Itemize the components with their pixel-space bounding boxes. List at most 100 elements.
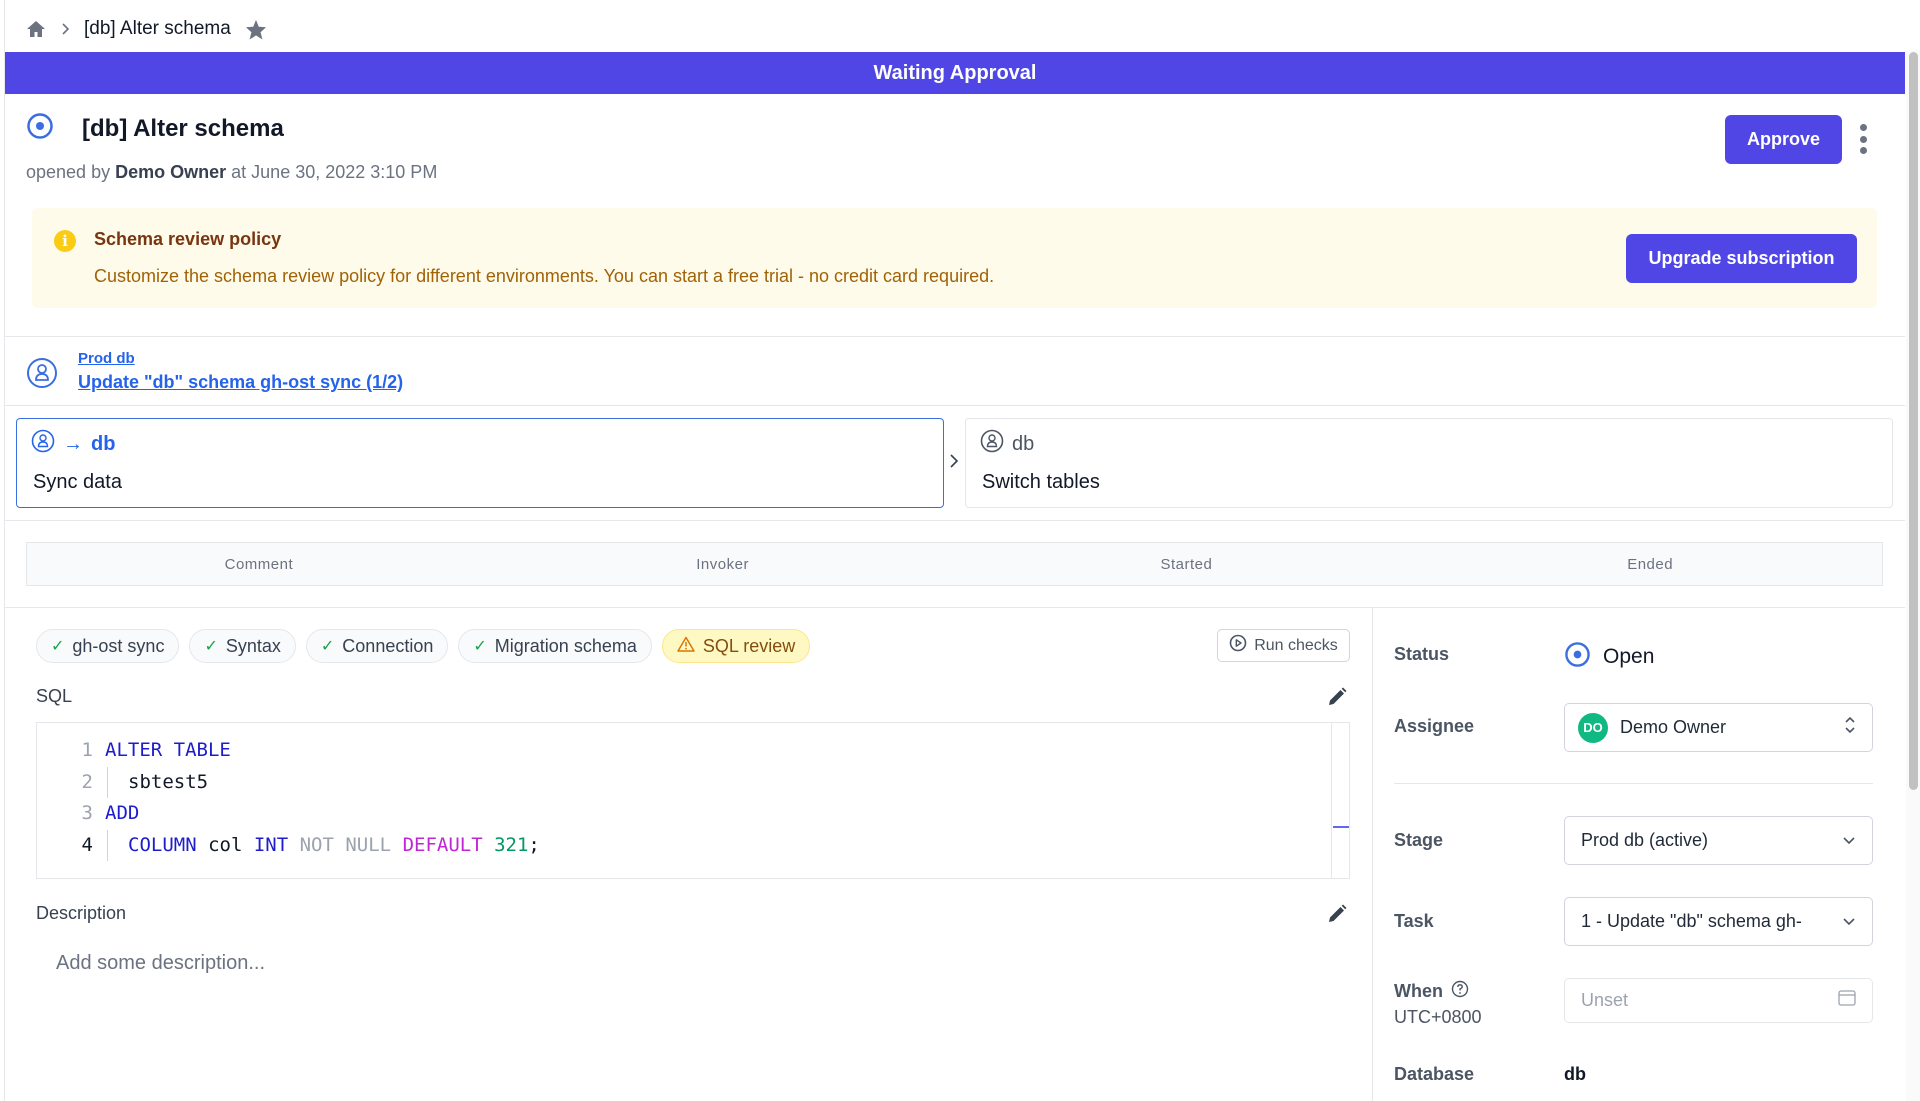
step-card-switch-tables[interactable]: db Switch tables — [965, 418, 1893, 508]
editor-scrollbar[interactable] — [1331, 722, 1350, 879]
edit-sql-icon[interactable] — [1326, 686, 1348, 708]
check-label: Connection — [342, 635, 434, 656]
run-checks-label: Run checks — [1254, 636, 1338, 654]
star-icon[interactable] — [245, 19, 267, 40]
alert-title: Schema review policy — [94, 229, 282, 249]
check-badges: ✓ gh-ost sync ✓ Syntax ✓ Connection ✓ Migrat… — [36, 629, 811, 663]
database-user-icon — [980, 429, 1004, 459]
code-line: 4 COLUMN col INT NOT NULL DEFAULT 321; — [77, 829, 540, 861]
stage-label: Stage — [1394, 830, 1444, 850]
step-label: Sync data — [33, 471, 122, 493]
creator-name: Demo Owner — [115, 162, 227, 182]
schema-review-alert — [32, 208, 1877, 308]
assignee-select[interactable]: DO Demo Owner — [1564, 703, 1873, 752]
line-number: 2 — [81, 770, 93, 793]
sidebar-divider — [1394, 783, 1873, 784]
edit-description-icon[interactable] — [1326, 903, 1348, 925]
check-badge-sql-review[interactable]: SQL review — [661, 629, 811, 663]
alert-text: Customize the schema review policy for d… — [94, 266, 995, 286]
code-line: 3 ADD — [77, 798, 540, 830]
status-text: Open — [1603, 645, 1655, 668]
database-user-icon — [26, 357, 58, 394]
status-banner: Waiting Approval — [5, 52, 1905, 94]
check-icon: ✓ — [320, 638, 335, 655]
stage-select[interactable]: Prod db (active) — [1564, 816, 1873, 865]
code-token: INT — [253, 833, 289, 856]
code-text: sbtest5 — [107, 766, 209, 798]
code-text: ALTER TABLE — [105, 735, 231, 767]
when-label: When — [1394, 981, 1443, 1001]
check-badge-syntax[interactable]: ✓ Syntax — [189, 629, 296, 663]
when-datetime-input[interactable]: Unset — [1564, 978, 1873, 1023]
more-vertical-icon[interactable] — [1857, 124, 1869, 154]
column-header-started: Started — [1160, 555, 1213, 573]
divider — [5, 520, 1905, 521]
check-badge-migration-schema[interactable]: ✓ Migration schema — [458, 629, 652, 663]
code-token: ALTER TABLE — [105, 739, 231, 761]
at-label: at — [231, 162, 247, 182]
left-border — [4, 0, 5, 1101]
upgrade-subscription-button[interactable]: Upgrade subscription — [1626, 234, 1857, 283]
chevron-down-icon — [1842, 830, 1856, 851]
avatar: DO — [1578, 712, 1608, 743]
check-icon: ✓ — [204, 638, 218, 655]
stage-link[interactable]: Prod db — [78, 350, 135, 367]
play-circle-icon — [1229, 634, 1247, 657]
breadcrumb: [db] Alter schema — [26, 14, 267, 44]
sql-label: SQL — [36, 686, 73, 706]
database-value: db — [1564, 1064, 1586, 1084]
check-label: Syntax — [225, 635, 281, 656]
code-token: ; — [528, 833, 540, 856]
arrow-right-icon: → — [63, 432, 83, 455]
when-label-row: When — [1394, 980, 1469, 1003]
code-token: col — [196, 833, 254, 856]
sql-editor[interactable]: 1 ALTER TABLE 2 sbtest5 3 ADD 4 COLUMN col INT … — [36, 722, 1350, 879]
description-input[interactable]: Add some description... — [56, 952, 265, 975]
task-link[interactable]: Update "db" schema gh-ost sync (1/2) — [78, 372, 403, 393]
chevron-right-icon — [60, 22, 70, 36]
info-icon: i — [54, 230, 76, 252]
page-title: [db] Alter schema — [82, 114, 284, 142]
step-db: db — [1012, 432, 1035, 455]
created-at: June 30, 2022 3:10 PM — [251, 162, 438, 182]
assignee-label: Assignee — [1394, 716, 1475, 736]
description-label: Description — [36, 903, 127, 923]
check-badge-connection[interactable]: ✓ Connection — [305, 629, 449, 663]
step-card-sync-data[interactable]: → db Sync data — [16, 418, 944, 508]
divider — [5, 336, 1905, 337]
sidebar-divider — [1372, 607, 1373, 1101]
breadcrumb-current: [db] Alter schema — [84, 18, 231, 39]
code-token: ADD — [105, 802, 140, 824]
timezone: UTC+0800 — [1394, 1007, 1482, 1027]
code-token: COLUMN — [128, 833, 197, 856]
status-open-icon — [1564, 641, 1591, 673]
task-run-table-header: Comment Invoker Started Ended — [26, 542, 1883, 586]
code-line: 1 ALTER TABLE — [77, 735, 540, 767]
editor-scroll-marker — [1333, 826, 1349, 828]
help-icon[interactable] — [1451, 980, 1469, 1003]
code-token: sbtest5 — [128, 770, 209, 793]
home-icon[interactable] — [26, 20, 46, 38]
page-scrollbar-thumb[interactable] — [1909, 52, 1918, 790]
check-icon: ✓ — [473, 638, 487, 655]
check-badge-gh-ost-sync[interactable]: ✓ gh-ost sync — [36, 629, 180, 663]
check-icon: ✓ — [51, 638, 65, 655]
task-select[interactable]: 1 - Update "db" schema gh- — [1564, 897, 1873, 946]
task-value: 1 - Update "db" schema gh- — [1581, 911, 1802, 931]
line-number: 3 — [81, 802, 93, 824]
status-open-icon — [26, 112, 54, 145]
code-token: 321 — [482, 833, 529, 856]
approve-button[interactable]: Approve — [1725, 115, 1842, 164]
calendar-icon — [1838, 990, 1856, 1011]
divider — [5, 405, 1905, 406]
check-label: SQL review — [702, 635, 796, 656]
issue-meta: opened by Demo Owner at June 30, 2022 3:… — [26, 162, 437, 183]
database-user-icon — [31, 429, 55, 459]
code-line: 2 sbtest5 — [77, 766, 540, 798]
check-label: Migration schema — [494, 635, 637, 656]
step-label: Switch tables — [982, 471, 1100, 493]
stage-value: Prod db (active) — [1581, 830, 1709, 850]
line-number: 4 — [81, 833, 93, 856]
database-label: Database — [1394, 1064, 1475, 1084]
run-checks-button[interactable]: Run checks — [1217, 629, 1350, 662]
